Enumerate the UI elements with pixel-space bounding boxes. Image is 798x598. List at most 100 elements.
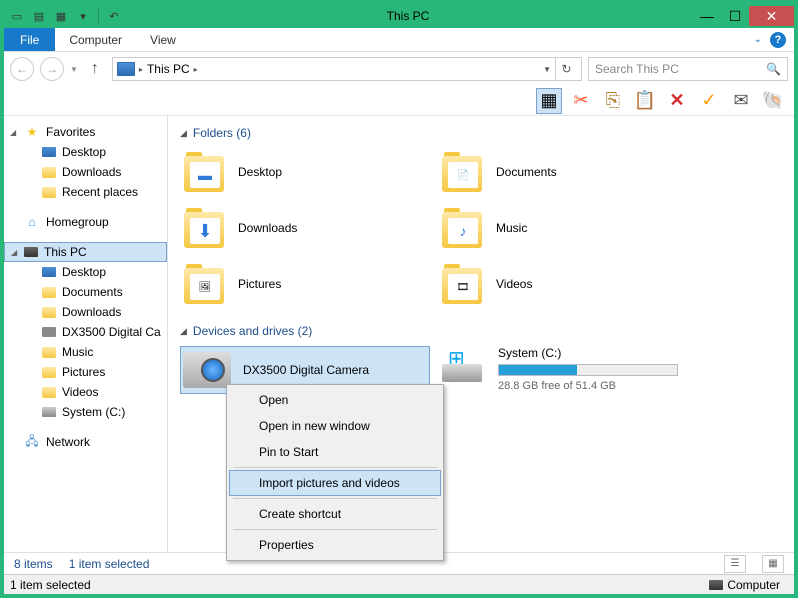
status-items: 8 items — [14, 557, 53, 571]
paste-button[interactable]: 📋 — [632, 88, 658, 114]
up-button[interactable]: ↑ — [84, 58, 106, 80]
pc-icon — [709, 580, 723, 590]
folder-pictures[interactable]: 🖼 Pictures — [180, 260, 430, 308]
qat-properties-icon[interactable]: ▤ — [30, 7, 48, 25]
sidebar-item-videos[interactable]: Videos — [4, 382, 167, 402]
qat-undo-icon[interactable]: ↶ — [105, 7, 123, 25]
titlebar: ▭ ▤ ▦ ▾ ↶ This PC — ☐ ✕ — [4, 4, 794, 28]
qat-dropdown-icon[interactable]: ▾ — [74, 7, 92, 25]
drive-system-c[interactable]: ⊞ System (C:) 28.8 GB free of 51.4 GB — [438, 346, 688, 394]
bottom-location[interactable]: Computer — [701, 578, 788, 592]
folder-icon: ⬇ — [182, 208, 226, 248]
folder-icon: ♪ — [440, 208, 484, 248]
sidebar-item-thispc[interactable]: ◢ This PC — [4, 242, 167, 262]
sidebar-item-recent[interactable]: Recent places — [4, 182, 167, 202]
camera-icon — [183, 352, 231, 388]
window-title: This PC — [123, 9, 693, 23]
cut-button[interactable]: ✂ — [568, 88, 594, 114]
minimize-button[interactable]: — — [693, 6, 721, 26]
refresh-button[interactable]: ↻ — [555, 58, 577, 80]
folder-downloads[interactable]: ⬇ Downloads — [180, 204, 430, 252]
context-menu: Open Open in new window Pin to Start Imp… — [226, 384, 444, 561]
drive-icon — [42, 407, 56, 417]
tab-computer[interactable]: Computer — [55, 28, 136, 51]
sidebar-item-downloads[interactable]: Downloads — [4, 162, 167, 182]
network-icon: 🖧 — [24, 434, 40, 450]
sidebar-item-desktop[interactable]: Desktop — [4, 262, 167, 282]
close-button[interactable]: ✕ — [749, 6, 794, 26]
tab-view[interactable]: View — [136, 28, 190, 51]
address-bar[interactable]: ▸ This PC ▸ ▼ ↻ — [112, 57, 582, 81]
folder-icon: 📄 — [440, 152, 484, 192]
folder-icon: 🖼 — [182, 264, 226, 304]
preview-pane-button[interactable]: ▦ — [536, 88, 562, 114]
folder-icon — [42, 307, 56, 318]
bottombar: 1 item selected Computer — [4, 574, 794, 594]
pictures-icon — [42, 367, 56, 378]
ribbon: File Computer View ⌄ ? — [4, 28, 794, 52]
help-icon[interactable]: ? — [770, 32, 786, 48]
search-placeholder: Search This PC — [595, 62, 679, 76]
camera-icon — [42, 327, 56, 337]
ctx-pin-to-start[interactable]: Pin to Start — [229, 439, 441, 465]
desktop-icon — [42, 267, 56, 277]
collapse-icon[interactable]: ◢ — [180, 326, 187, 337]
folder-icon: 🎞 — [440, 264, 484, 304]
chevron-right-icon[interactable]: ▸ — [194, 65, 198, 74]
folders-header[interactable]: ◢ Folders (6) — [180, 126, 782, 140]
explorer-window: ▭ ▤ ▦ ▾ ↶ This PC — ☐ ✕ File Computer Vi… — [0, 0, 798, 598]
qat-newfolder-icon[interactable]: ▦ — [52, 7, 70, 25]
shell-button[interactable]: 🐚 — [760, 88, 786, 114]
rename-button[interactable]: ✓ — [696, 88, 722, 114]
sidebar-item-downloads[interactable]: Downloads — [4, 302, 167, 322]
folder-desktop[interactable]: ▬ Desktop — [180, 148, 430, 196]
delete-button[interactable]: ✕ — [664, 88, 690, 114]
folder-documents[interactable]: 📄 Documents — [438, 148, 688, 196]
view-details-button[interactable]: ☰ — [724, 555, 746, 573]
sidebar-item-pictures[interactable]: Pictures — [4, 362, 167, 382]
collapse-icon[interactable]: ◢ — [11, 248, 17, 257]
collapse-icon[interactable]: ◢ — [180, 128, 187, 139]
drive-label: System (C:) — [498, 346, 678, 360]
network-group[interactable]: 🖧 Network — [4, 432, 167, 452]
folder-music[interactable]: ♪ Music — [438, 204, 688, 252]
address-dropdown-icon[interactable]: ▼ — [543, 65, 551, 74]
homegroup-group[interactable]: ⌂ Homegroup — [4, 212, 167, 232]
devices-header[interactable]: ◢ Devices and drives (2) — [180, 324, 782, 338]
favorites-group[interactable]: ◢ ★ Favorites — [4, 122, 167, 142]
forward-button[interactable]: → — [40, 57, 64, 81]
pc-icon — [24, 247, 38, 257]
email-button[interactable]: ✉ — [728, 88, 754, 114]
back-button[interactable]: ← — [10, 57, 34, 81]
ctx-import-pictures-videos[interactable]: Import pictures and videos — [229, 470, 441, 496]
ctx-properties[interactable]: Properties — [229, 532, 441, 558]
ctx-open[interactable]: Open — [229, 387, 441, 413]
maximize-button[interactable]: ☐ — [721, 6, 749, 26]
ctx-separator — [233, 467, 437, 468]
sidebar-item-camera[interactable]: DX3500 Digital Camera — [4, 322, 167, 342]
search-input[interactable]: Search This PC 🔍 — [588, 57, 788, 81]
bottom-selected: 1 item selected — [10, 578, 91, 592]
ctx-create-shortcut[interactable]: Create shortcut — [229, 501, 441, 527]
history-dropdown-icon[interactable]: ▼ — [70, 65, 78, 74]
breadcrumb[interactable]: This PC — [147, 62, 190, 76]
sidebar-item-system-c[interactable]: System (C:) — [4, 402, 167, 422]
collapse-icon[interactable]: ◢ — [10, 128, 16, 137]
drive-free-text: 28.8 GB free of 51.4 GB — [498, 380, 678, 392]
sidebar-item-desktop[interactable]: Desktop — [4, 142, 167, 162]
star-icon: ★ — [24, 124, 40, 140]
status-selected: 1 item selected — [69, 557, 150, 571]
file-tab[interactable]: File — [4, 28, 55, 51]
homegroup-icon: ⌂ — [24, 214, 40, 230]
view-tiles-button[interactable]: ▦ — [762, 555, 784, 573]
folder-videos[interactable]: 🎞 Videos — [438, 260, 688, 308]
chevron-right-icon[interactable]: ▸ — [139, 65, 143, 74]
ribbon-expand-icon[interactable]: ⌄ — [754, 34, 762, 45]
ctx-separator — [233, 498, 437, 499]
ctx-open-new-window[interactable]: Open in new window — [229, 413, 441, 439]
copy-button[interactable]: ⎘ — [600, 88, 626, 114]
music-icon — [42, 347, 56, 358]
sidebar-item-music[interactable]: Music — [4, 342, 167, 362]
sidebar-item-documents[interactable]: Documents — [4, 282, 167, 302]
pc-icon — [117, 62, 135, 76]
